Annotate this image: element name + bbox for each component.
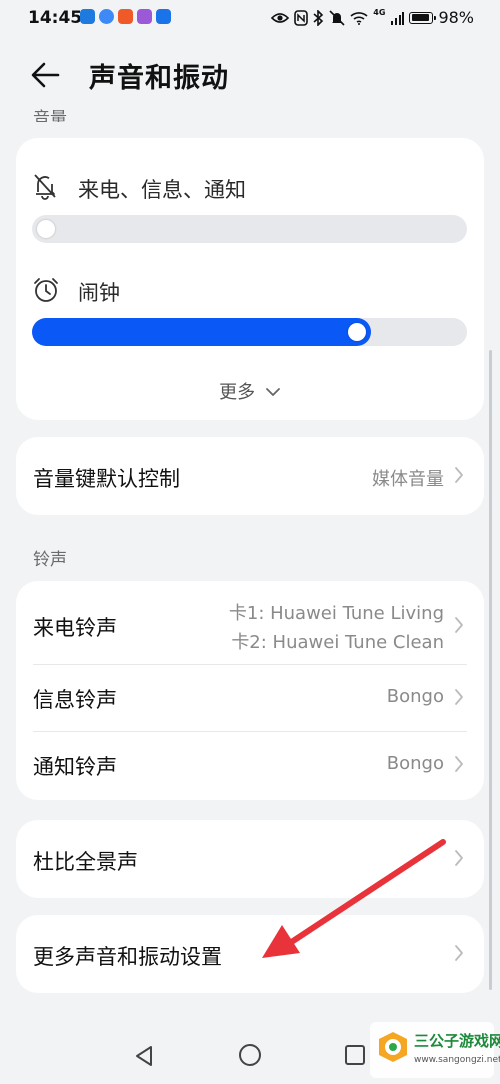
- more-volume-button[interactable]: 更多: [16, 378, 484, 404]
- more-settings-label: 更多声音和振动设置: [33, 945, 222, 969]
- bluetooth-icon: [313, 9, 324, 26]
- more-settings-row[interactable]: 更多声音和振动设置: [16, 915, 484, 993]
- chevron-right-icon: [455, 945, 463, 961]
- volume-section-label: 音量: [33, 109, 67, 122]
- page-title: 声音和振动: [89, 63, 229, 94]
- battery-icon: [409, 11, 437, 24]
- scrollbar[interactable]: [489, 350, 492, 990]
- call-ringtone-row[interactable]: 来电铃声 卡1: Huawei Tune Living 卡2: Huawei T…: [16, 581, 484, 665]
- more-settings-card: 更多声音和振动设置: [16, 915, 484, 993]
- more-volume-label: 更多: [219, 382, 256, 403]
- dolby-label: 杜比全景声: [33, 850, 138, 874]
- nav-home-button[interactable]: [238, 1043, 262, 1067]
- ringtone-card: 来电铃声 卡1: Huawei Tune Living 卡2: Huawei T…: [16, 581, 484, 800]
- app-notification-icon: [156, 9, 171, 24]
- app-notification-icon: [118, 9, 133, 24]
- dolby-row[interactable]: 杜比全景声: [16, 820, 484, 898]
- chevron-right-icon: [455, 756, 463, 772]
- volume-key-row[interactable]: 音量键默认控制 媒体音量: [16, 437, 484, 515]
- volume-key-value: 媒体音量: [372, 469, 444, 490]
- alarm-volume-fill: [32, 318, 372, 346]
- site-logo-icon: [379, 1032, 407, 1062]
- call-ringtone-label: 来电铃声: [33, 616, 117, 640]
- notification-ringtone-row[interactable]: 通知铃声 Bongo: [16, 732, 484, 800]
- eye-icon: [271, 12, 290, 23]
- notification-app-icons: [80, 9, 171, 24]
- nfc-icon: [294, 9, 309, 26]
- volume-key-card: 音量键默认控制 媒体音量: [16, 437, 484, 515]
- message-ringtone-label: 信息铃声: [33, 688, 117, 712]
- call-ringtone-card1-value: 卡1: Huawei Tune Living: [228, 603, 444, 624]
- ring-volume-label: 来电、信息、通知: [78, 178, 246, 202]
- ring-volume-knob[interactable]: [37, 220, 55, 238]
- chevron-right-icon: [455, 617, 463, 633]
- battery-percent: 98%: [438, 8, 474, 27]
- alarm-clock-icon: [34, 278, 58, 302]
- status-bar: 14:45 4G 98%: [0, 0, 500, 36]
- chevron-right-icon: [455, 689, 463, 705]
- watermark: 三公子游戏网 www.sangongzi.net: [370, 1022, 500, 1078]
- volume-key-label: 音量键默认控制: [33, 467, 180, 491]
- message-ringtone-row[interactable]: 信息铃声 Bongo: [16, 665, 484, 732]
- dolby-card: 杜比全景声: [16, 820, 484, 898]
- notification-ringtone-value: Bongo: [386, 753, 444, 774]
- status-indicators: 4G 98%: [271, 8, 474, 27]
- chevron-down-icon: [265, 388, 280, 396]
- notification-ringtone-label: 通知铃声: [33, 755, 117, 779]
- nav-back-button[interactable]: [133, 1044, 155, 1068]
- app-notification-icon: [80, 9, 95, 24]
- arrow-left-icon: [31, 62, 60, 88]
- status-time: 14:45: [28, 8, 83, 28]
- app-notification-icon: [99, 9, 114, 24]
- page-header: 声音和振动: [0, 50, 500, 100]
- mute-icon: [329, 9, 345, 26]
- network-4g-icon: 4G: [373, 8, 386, 17]
- call-ringtone-card2-value: 卡2: Huawei Tune Clean: [231, 632, 444, 653]
- watermark-url: www.sangongzi.net: [414, 1055, 500, 1065]
- volume-card: 来电、信息、通知 闹钟 更多: [16, 138, 484, 420]
- alarm-volume-slider[interactable]: [32, 318, 467, 346]
- watermark-title: 三公子游戏网: [414, 1032, 500, 1050]
- ring-volume-slider[interactable]: [32, 215, 467, 243]
- alarm-volume-label: 闹钟: [78, 281, 120, 305]
- wifi-icon: [350, 11, 368, 25]
- back-button[interactable]: [28, 58, 68, 94]
- signal-icon: [391, 11, 405, 25]
- message-ringtone-value: Bongo: [386, 686, 444, 707]
- bell-off-icon: [34, 174, 56, 200]
- chevron-right-icon: [455, 467, 463, 483]
- nav-recents-button[interactable]: [344, 1044, 366, 1066]
- chevron-right-icon: [455, 850, 463, 866]
- ringtone-section-label: 铃声: [33, 550, 67, 570]
- app-notification-icon: [137, 9, 152, 24]
